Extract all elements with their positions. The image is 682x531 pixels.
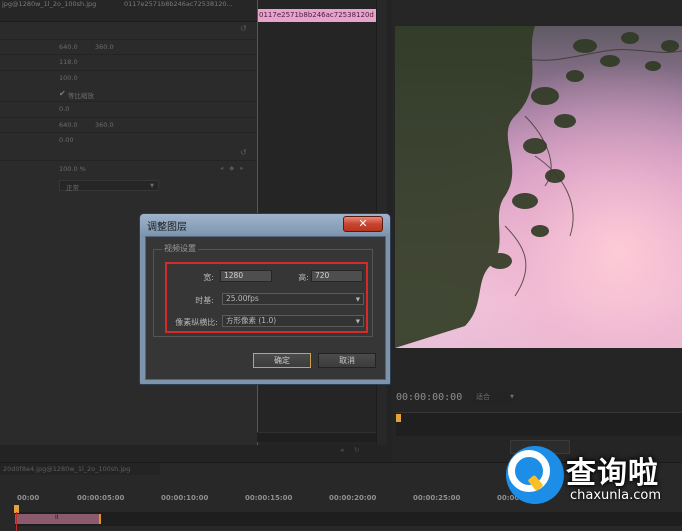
watermark-logo: 查询啦 chaxunla.com bbox=[500, 442, 680, 512]
blend-mode-value: 正常 bbox=[66, 184, 79, 192]
position-y-value[interactable]: 360.0 bbox=[95, 43, 114, 51]
adjustment-layer-dialog: 调整图层 ✕ 视频设置 宽: 1280 高: 720 时基: 25.00fps … bbox=[139, 213, 391, 385]
timeline-track[interactable] bbox=[15, 512, 682, 526]
close-icon: ✕ bbox=[358, 217, 368, 230]
tab-sequence-name[interactable]: 0117e2571b8b246ac72538120... bbox=[124, 0, 255, 9]
rotation-value[interactable]: 0.0 bbox=[59, 105, 69, 113]
timeline-tick-label: 00:00:15:00 bbox=[245, 494, 293, 502]
annotation-highlight-box bbox=[165, 262, 368, 333]
divider bbox=[0, 160, 257, 161]
fit-zoom-select[interactable]: 适合 ▼ bbox=[473, 392, 517, 405]
timeline-playhead[interactable] bbox=[16, 512, 17, 531]
foliage-silhouette bbox=[395, 26, 682, 348]
cancel-button[interactable]: 取消 bbox=[318, 353, 376, 368]
opacity-value[interactable]: 100.0 % bbox=[59, 165, 86, 173]
video-settings-label: 视频设置 bbox=[162, 243, 198, 254]
undo-icon[interactable]: ↺ bbox=[240, 148, 247, 157]
mini-clip-label: 0117e2571b8b246ac72538120d bbox=[259, 11, 374, 19]
tab-clip-name[interactable]: jpg@1280w_1l_2o_100sh.jpg bbox=[2, 0, 120, 9]
anchor-x-value[interactable]: 640.0 bbox=[59, 121, 78, 129]
monitor-topbar bbox=[392, 0, 682, 24]
property-row-position: 640.0 360.0 bbox=[0, 39, 257, 53]
property-row-anti-flicker: 0.00 bbox=[0, 132, 257, 146]
anti-flicker-value[interactable]: 0.00 bbox=[59, 136, 73, 144]
blend-mode-select[interactable]: 正常 ▼ bbox=[59, 180, 159, 192]
magnifier-icon bbox=[508, 450, 550, 492]
scale-value[interactable]: 118.0 bbox=[59, 58, 78, 66]
effect-panel-tabbar: jpg@1280w_1l_2o_100sh.jpg 0117e2571b8b24… bbox=[0, 0, 257, 22]
monitor-timecode[interactable]: 00:00:00:00 bbox=[396, 392, 462, 403]
watermark-en-text: chaxunla.com bbox=[570, 488, 661, 503]
property-row-rotation: 0.0 bbox=[0, 101, 257, 115]
checkmark-icon[interactable]: ✔ bbox=[59, 89, 66, 98]
fit-zoom-value: 适合 bbox=[476, 393, 490, 401]
property-row-anchor: 640.0 360.0 bbox=[0, 117, 257, 131]
undo-icon[interactable]: ↺ bbox=[240, 24, 247, 33]
dialog-titlebar[interactable]: 调整图层 ✕ bbox=[140, 214, 390, 234]
anchor-y-value[interactable]: 360.0 bbox=[95, 121, 114, 129]
keyframe-nav-icon[interactable]: ◂◆▸ bbox=[220, 164, 250, 172]
video-preview-image bbox=[395, 26, 682, 348]
timeline-tick-label: 00:00:05:00 bbox=[77, 494, 125, 502]
property-row-scale: 118.0 bbox=[0, 54, 257, 68]
dialog-title: 调整图层 bbox=[147, 222, 187, 233]
property-row-scale-width: 100.0 bbox=[0, 70, 257, 84]
watermark-cn-text: 查询啦 bbox=[566, 456, 659, 491]
timeline-tick-label: 00:00:25:00 bbox=[413, 494, 461, 502]
chevron-down-icon: ▼ bbox=[510, 394, 514, 400]
timeline-tick-label: 00:00:10:00 bbox=[161, 494, 209, 502]
monitor-time-ruler[interactable] bbox=[396, 412, 682, 436]
timeline-sequence-tab[interactable]: 20d0f8e4.jpg@1280w_1l_2o_100sh.jpg bbox=[0, 463, 160, 475]
position-x-value[interactable]: 640.0 bbox=[59, 43, 78, 51]
chevron-down-icon: ▼ bbox=[150, 183, 154, 189]
panel-footer-icons[interactable]: ◂ ↻ bbox=[340, 446, 364, 454]
timeline-work-area-bar[interactable]: II bbox=[15, 514, 101, 524]
timeline-tick-label: 00:00 bbox=[17, 494, 40, 502]
mini-timeline-scrollbar[interactable] bbox=[257, 432, 376, 442]
work-area-grip-icon: II bbox=[55, 514, 59, 521]
scale-width-value[interactable]: 100.0 bbox=[59, 74, 78, 82]
uniform-scale-label: 等比缩放 bbox=[68, 92, 94, 100]
mini-timeline-clip[interactable]: 0117e2571b8b246ac72538120d bbox=[257, 9, 376, 22]
timeline-tick-label: 00:00:20:00 bbox=[329, 494, 377, 502]
ok-button[interactable]: 确定 bbox=[253, 353, 311, 368]
close-button[interactable]: ✕ bbox=[343, 216, 383, 232]
monitor-playhead-marker[interactable] bbox=[396, 414, 401, 422]
